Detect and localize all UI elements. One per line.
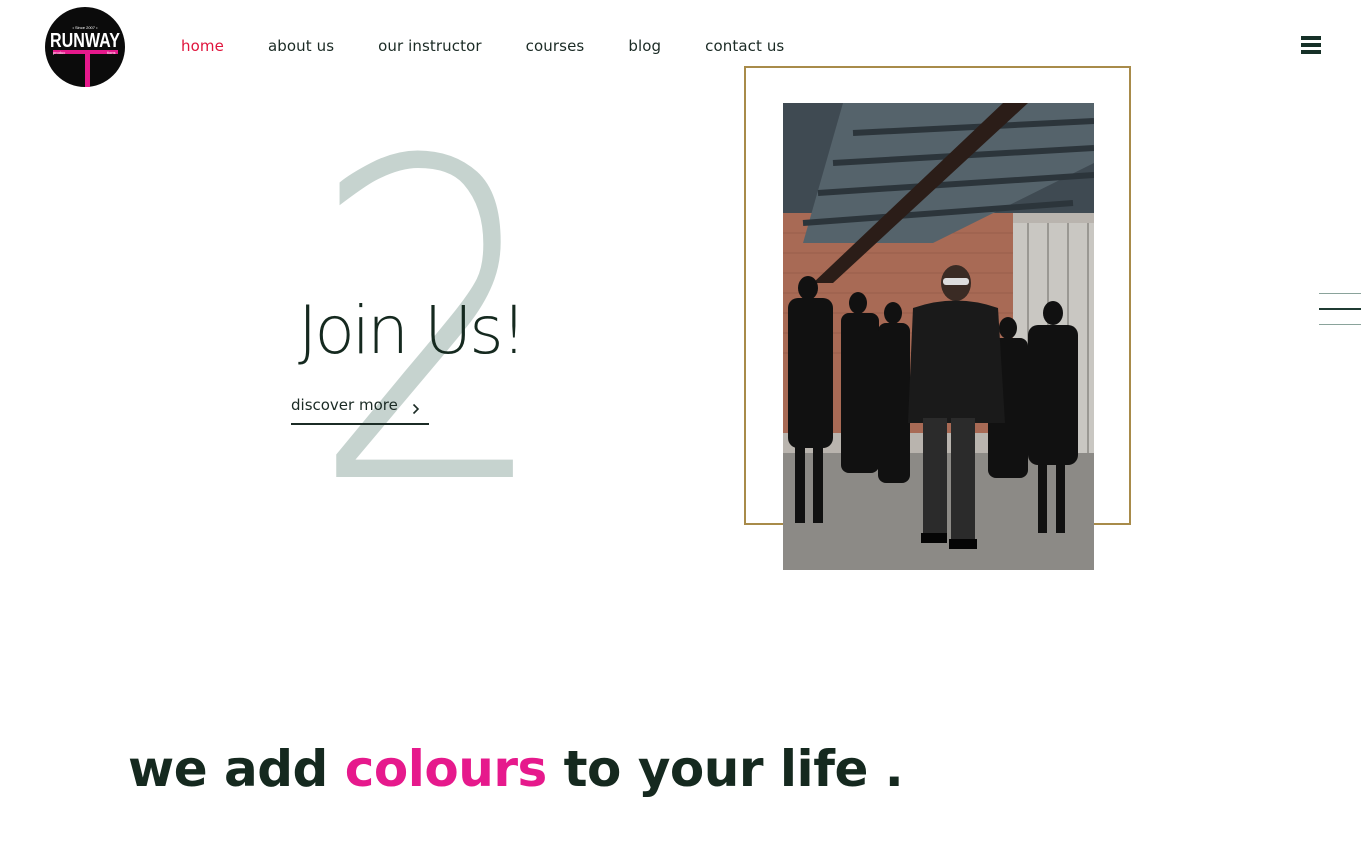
- tagline-part2: to your life .: [546, 740, 904, 798]
- nav-item-our-instructor[interactable]: our instructor: [378, 37, 482, 55]
- slider-line[interactable]: [1319, 324, 1361, 325]
- hamburger-bar: [1301, 50, 1321, 54]
- nav-item-courses[interactable]: courses: [526, 37, 585, 55]
- logo-sub-right: tions: [107, 50, 115, 55]
- page: RUNWAY • Since 2007 • produc tions home …: [0, 0, 1361, 845]
- slider-line-active[interactable]: [1319, 308, 1361, 310]
- slider-line[interactable]: [1319, 293, 1361, 294]
- logo-sub-left: produc: [53, 50, 65, 55]
- hamburger-bar: [1301, 36, 1321, 40]
- slider-indicator[interactable]: [1319, 293, 1361, 339]
- main-nav: home about us our instructor courses blo…: [181, 37, 828, 55]
- nav-item-contact-us[interactable]: contact us: [705, 37, 784, 55]
- hamburger-bar: [1301, 43, 1321, 47]
- discover-more-label: discover more: [291, 396, 398, 414]
- tagline: we add colours to your life .: [128, 740, 904, 798]
- logo-graphic: RUNWAY • Since 2007 • produc tions: [50, 25, 121, 87]
- nav-item-about-us[interactable]: about us: [268, 37, 334, 55]
- logo-since-text: • Since 2007 •: [72, 25, 98, 30]
- logo-brand-text: RUNWAY: [50, 30, 121, 52]
- nav-item-blog[interactable]: blog: [628, 37, 661, 55]
- brand-logo[interactable]: RUNWAY • Since 2007 • produc tions: [45, 7, 125, 87]
- hero-title: Join Us!: [298, 292, 527, 369]
- tagline-part1: we add: [128, 740, 345, 798]
- tagline-highlight: colours: [344, 740, 548, 798]
- nav-item-home[interactable]: home: [181, 37, 224, 55]
- chevron-right-icon: [412, 400, 420, 419]
- hamburger-icon[interactable]: [1301, 36, 1321, 54]
- runway-photo: [783, 103, 1094, 570]
- discover-more-button[interactable]: discover more: [291, 396, 429, 425]
